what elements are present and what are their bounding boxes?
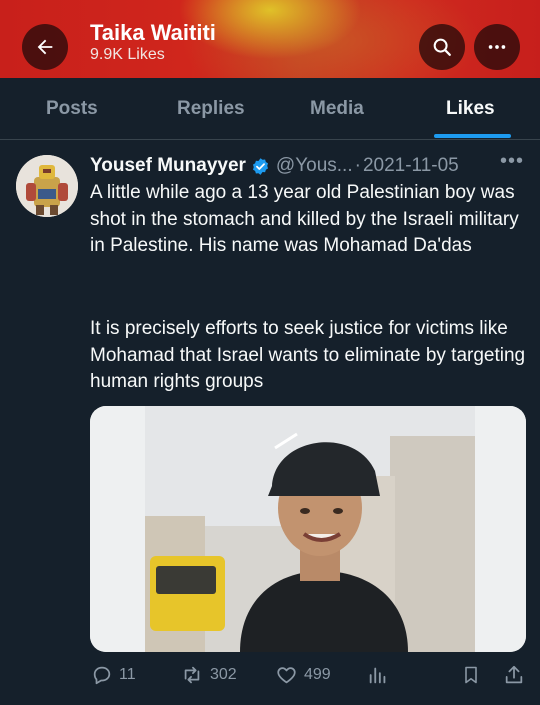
share-button[interactable] (503, 660, 525, 690)
bookmark-button[interactable] (461, 660, 481, 690)
avatar-illustration (16, 155, 78, 217)
more-options-button[interactable] (474, 24, 520, 70)
repost-button[interactable]: 302 (180, 660, 237, 690)
dot-separator: · (354, 155, 361, 176)
analytics-icon (369, 667, 386, 684)
author-handle[interactable]: @Yous... (276, 155, 353, 177)
repost-icon (184, 666, 200, 684)
like-button[interactable]: 499 (275, 660, 331, 690)
post-text-paragraph-1: A little while ago a 13 year old Palesti… (90, 182, 519, 256)
tab-media[interactable]: Media (310, 98, 364, 120)
reply-icon (93, 666, 111, 685)
share-icon (505, 665, 523, 684)
post-image[interactable] (90, 406, 526, 652)
more-horizontal-icon (488, 45, 506, 49)
post-text-paragraph-2: It is precisely efforts to seek justice … (90, 318, 526, 392)
post-date[interactable]: 2021-11-05 (363, 155, 459, 177)
tab-likes[interactable]: Likes (446, 98, 495, 120)
reply-button[interactable]: 11 (91, 660, 136, 690)
profile-header-banner: Taika Waititi 9.9K Likes (0, 0, 540, 78)
photo-illustration (90, 406, 526, 652)
active-tab-indicator (434, 134, 511, 138)
bookmark-icon (465, 666, 477, 684)
profile-tabs: Posts Replies Media Likes (0, 78, 540, 140)
reply-count: 11 (119, 666, 136, 683)
search-button[interactable] (419, 24, 465, 70)
likes-count: 9.9K Likes (90, 46, 165, 63)
post-more-icon[interactable]: ••• (500, 150, 524, 173)
author-name[interactable]: Yousef Munayyer (90, 155, 246, 177)
back-button[interactable] (22, 24, 68, 70)
tab-replies[interactable]: Replies (177, 98, 245, 120)
views-button[interactable] (367, 660, 389, 690)
arrow-left-icon (37, 39, 53, 55)
repost-count: 302 (210, 666, 237, 683)
tab-posts[interactable]: Posts (46, 98, 98, 120)
verified-badge-icon (252, 157, 268, 175)
profile-name: Taika Waititi (90, 20, 216, 45)
author-avatar[interactable] (16, 155, 78, 217)
post-actions-bar: 11 302 499 (0, 660, 540, 690)
post-header: Yousef Munayyer @Yous... · 2021-11-05 (90, 153, 459, 179)
like-count: 499 (304, 666, 331, 683)
search-icon (433, 38, 451, 56)
heart-icon (277, 667, 296, 684)
